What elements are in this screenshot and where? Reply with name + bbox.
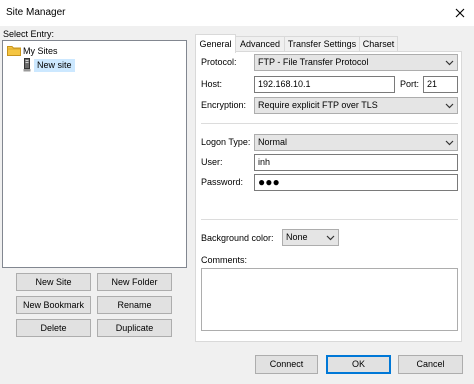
new-folder-button[interactable]: New Folder bbox=[97, 273, 172, 291]
window-title: Site Manager bbox=[6, 7, 66, 18]
protocol-label: Protocol: bbox=[201, 57, 237, 67]
close-icon bbox=[455, 8, 465, 18]
separator bbox=[201, 123, 458, 124]
tab-charset[interactable]: Charset bbox=[359, 36, 398, 52]
separator bbox=[201, 219, 458, 220]
duplicate-button[interactable]: Duplicate bbox=[97, 319, 172, 337]
host-label: Host: bbox=[201, 79, 223, 89]
new-bookmark-button[interactable]: New Bookmark bbox=[16, 296, 91, 314]
close-button[interactable] bbox=[446, 2, 474, 24]
connect-button[interactable]: Connect bbox=[255, 355, 318, 374]
comments-label: Comments: bbox=[201, 255, 248, 265]
password-label: Password: bbox=[201, 177, 244, 187]
server-icon bbox=[23, 58, 31, 72]
comments-textarea[interactable] bbox=[201, 268, 458, 331]
chevron-down-icon bbox=[445, 103, 454, 108]
background-color-label: Background color: bbox=[201, 233, 274, 243]
site-tree[interactable]: My Sites New site bbox=[2, 40, 187, 268]
chevron-down-icon bbox=[326, 235, 335, 240]
background-color-value: None bbox=[286, 232, 308, 242]
logon-type-value: Normal bbox=[258, 137, 288, 147]
logon-type-label: Logon Type: bbox=[201, 137, 251, 147]
new-site-button[interactable]: New Site bbox=[16, 273, 91, 291]
password-input[interactable]: ●●● bbox=[254, 174, 458, 191]
port-input[interactable]: 21 bbox=[423, 76, 458, 93]
chevron-down-icon bbox=[445, 60, 454, 65]
rename-button[interactable]: Rename bbox=[97, 296, 172, 314]
tab-advanced[interactable]: Advanced bbox=[235, 36, 285, 52]
host-input[interactable]: 192.168.10.1 bbox=[254, 76, 395, 93]
select-entry-label: Select Entry: bbox=[3, 29, 55, 39]
port-label: Port: bbox=[400, 79, 420, 89]
encryption-select[interactable]: Require explicit FTP over TLS bbox=[254, 97, 458, 114]
user-label: User: bbox=[201, 157, 223, 167]
logon-type-select[interactable]: Normal bbox=[254, 134, 458, 151]
tree-item-my-sites[interactable]: My Sites bbox=[23, 46, 58, 57]
protocol-value: FTP - File Transfer Protocol bbox=[258, 57, 369, 67]
cancel-button[interactable]: Cancel bbox=[398, 355, 463, 374]
ok-button[interactable]: OK bbox=[326, 355, 391, 374]
user-input[interactable]: inh bbox=[254, 154, 458, 171]
title-bar bbox=[0, 0, 474, 26]
tab-transfer-settings[interactable]: Transfer Settings bbox=[284, 36, 360, 52]
tab-general[interactable]: General bbox=[195, 34, 236, 53]
encryption-value: Require explicit FTP over TLS bbox=[258, 100, 378, 110]
tree-item-new-site[interactable]: New site bbox=[34, 59, 75, 72]
chevron-down-icon bbox=[445, 140, 454, 145]
encryption-label: Encryption: bbox=[201, 100, 247, 110]
delete-button[interactable]: Delete bbox=[16, 319, 91, 337]
folder-icon bbox=[7, 45, 21, 56]
background-color-select[interactable]: None bbox=[282, 229, 339, 246]
protocol-select[interactable]: FTP - File Transfer Protocol bbox=[254, 54, 458, 71]
